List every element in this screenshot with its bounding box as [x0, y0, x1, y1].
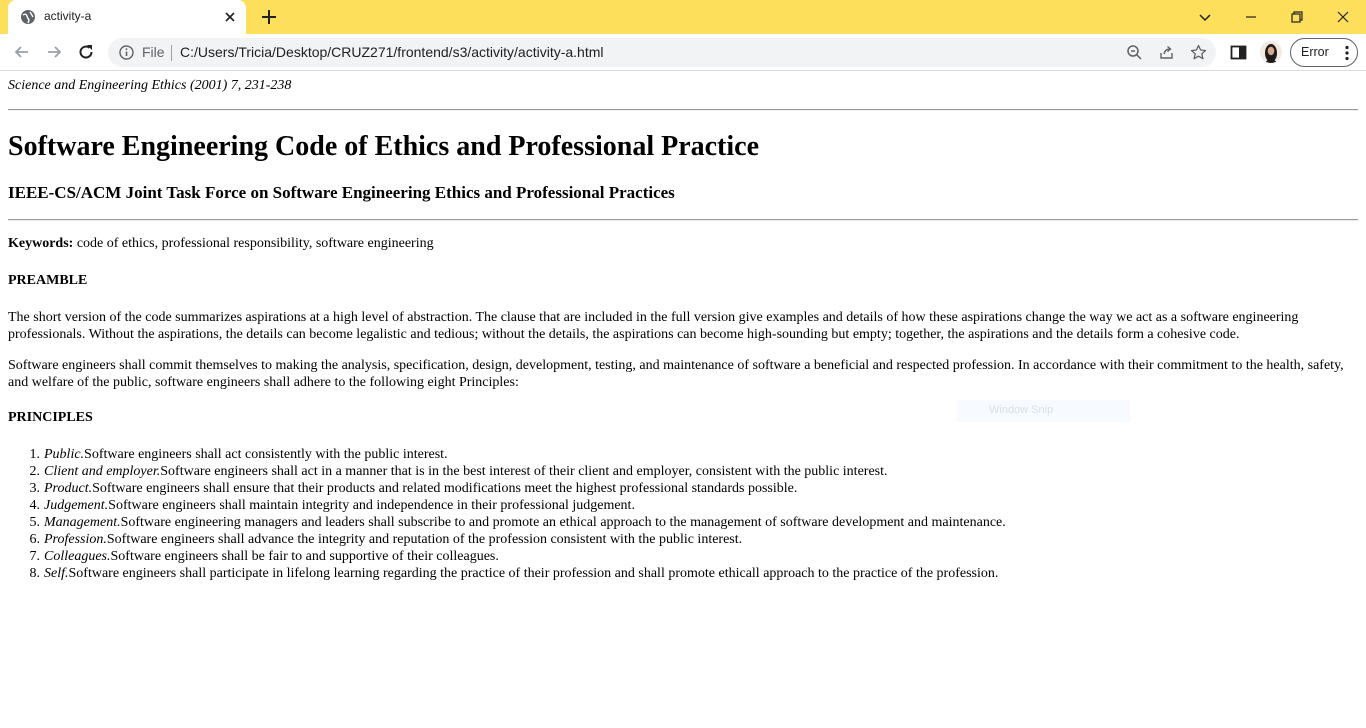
- window-snip-overlay[interactable]: Window Snip: [957, 400, 1130, 422]
- back-arrow-icon[interactable]: [12, 42, 32, 62]
- browser-tab[interactable]: activity-a: [8, 0, 246, 34]
- principle-text: Software engineers shall participate in …: [68, 566, 999, 581]
- profile-error-label: Error: [1301, 45, 1329, 59]
- restore-icon[interactable]: [1286, 6, 1308, 28]
- tab-title: activity-a: [44, 9, 92, 23]
- preamble-paragraph-2: Software engineers shall commit themselv…: [8, 358, 1344, 390]
- principle-text: Software engineers shall maintain integr…: [108, 498, 635, 513]
- list-item: 1. Public.Software engineers shall act co…: [8, 446, 1006, 463]
- journal-citation: Science and Engineering Ethics (2001) 7,…: [8, 78, 292, 93]
- preamble-paragraph-1: The short version of the code summarizes…: [8, 310, 1299, 342]
- close-tab-icon[interactable]: [222, 9, 238, 25]
- globe-icon: [21, 10, 35, 24]
- list-number: 3.: [29, 481, 41, 496]
- url-text[interactable]: C:/Users/Tricia/Desktop/CRUZ271/frontend…: [180, 44, 604, 60]
- list-number: 2.: [29, 464, 41, 479]
- principle-name: Client and employer.: [44, 464, 161, 479]
- side-panel-icon[interactable]: [1229, 43, 1248, 62]
- bookmark-star-icon[interactable]: [1190, 44, 1207, 61]
- browser-toolbar: File C:/Users/Tricia/Desktop/CRUZ271/fro…: [0, 34, 1366, 71]
- keywords-line: Keywords: code of ethics, professional r…: [8, 236, 434, 252]
- page-subtitle: IEEE-CS/ACM Joint Task Force on Software…: [8, 183, 675, 202]
- profile-error-button[interactable]: Error: [1290, 38, 1358, 67]
- forward-arrow-icon[interactable]: [44, 42, 64, 62]
- principle-text: Software engineers shall be fair to and …: [110, 549, 499, 564]
- list-item: 5. Management.Software engineering manage…: [8, 514, 1006, 531]
- scheme-label: File: [142, 44, 165, 60]
- list-number: 6.: [29, 532, 41, 547]
- principle-name: Profession.: [44, 532, 107, 547]
- principles-list: 1. Public.Software engineers shall act co…: [8, 446, 1006, 582]
- profile-avatar[interactable]: [1260, 41, 1282, 63]
- list-item: 2. Client and employer.Software engineers…: [8, 463, 1006, 480]
- list-number: 5.: [29, 515, 41, 530]
- principle-text: Software engineers shall act in a manner…: [160, 464, 888, 479]
- divider-bottom: [8, 219, 1358, 221]
- divider-top: [8, 109, 1358, 111]
- principles-heading: PRINCIPLES: [8, 410, 93, 425]
- principle-text: Software engineers shall ensure that the…: [92, 481, 798, 496]
- close-window-icon[interactable]: [1332, 6, 1354, 28]
- reload-icon[interactable]: [76, 42, 96, 62]
- address-divider: [171, 45, 172, 61]
- principle-name: Public.: [44, 447, 85, 462]
- principle-text: Software engineers shall advance the int…: [106, 532, 743, 547]
- list-item: 7. Colleagues.Software engineers shall be…: [8, 548, 1006, 565]
- principle-name: Product.: [44, 481, 93, 496]
- list-number: 1.: [29, 447, 41, 462]
- preamble-heading: PREAMBLE: [8, 273, 88, 288]
- list-number: 8.: [29, 566, 41, 581]
- info-icon[interactable]: [118, 44, 135, 61]
- keywords-label: Keywords:: [8, 236, 74, 251]
- list-number: 4.: [29, 498, 41, 513]
- list-item: 3. Product.Software engineers shall ensur…: [8, 480, 1006, 497]
- new-tab-icon[interactable]: [260, 8, 278, 26]
- principle-text: Software engineers shall act consistentl…: [84, 447, 448, 462]
- list-number: 7.: [29, 549, 41, 564]
- principle-text: Software engineering managers and leader…: [120, 515, 1006, 530]
- principle-name: Self.: [44, 566, 69, 581]
- keywords-text: code of ethics, professional responsibil…: [76, 236, 434, 251]
- profile-picture-icon: [1264, 44, 1278, 63]
- address-bar[interactable]: File C:/Users/Tricia/Desktop/CRUZ271/fro…: [108, 38, 1216, 67]
- window-snip-label: Window Snip: [989, 404, 1054, 416]
- principle-name: Judgement.: [44, 498, 109, 513]
- tab-strip: activity-a: [0, 0, 1366, 34]
- minimize-icon[interactable]: [1240, 6, 1262, 28]
- tab-search-chevron-icon[interactable]: [1194, 6, 1216, 28]
- list-item: 8. Self.Software engineers shall particip…: [8, 565, 1006, 582]
- list-item: 6. Profession.Software engineers shall ad…: [8, 531, 1006, 548]
- principle-name: Management.: [44, 515, 121, 530]
- principle-name: Colleagues.: [44, 549, 111, 564]
- share-icon[interactable]: [1158, 44, 1175, 61]
- kebab-menu-icon[interactable]: [1345, 45, 1349, 61]
- list-item: 4. Judgement.Software engineers shall mai…: [8, 497, 1006, 514]
- page-content: Science and Engineering Ethics (2001) 7,…: [0, 71, 1366, 728]
- zoom-icon[interactable]: [1126, 44, 1143, 61]
- page-title: Software Engineering Code of Ethics and …: [8, 131, 760, 162]
